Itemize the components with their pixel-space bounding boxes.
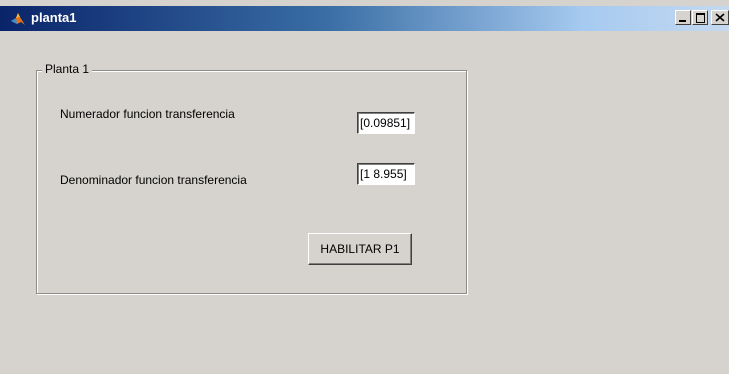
panel-title: Planta 1 bbox=[42, 62, 93, 76]
matlab-logo-icon bbox=[10, 11, 26, 27]
maximize-icon[interactable] bbox=[692, 10, 708, 25]
denominator-label: Denominador funcion transferencia bbox=[60, 173, 247, 187]
enable-p1-button[interactable]: HABILITAR P1 bbox=[308, 233, 412, 265]
numerator-label: Numerador funcion transferencia bbox=[60, 107, 235, 121]
minimize-icon[interactable] bbox=[675, 10, 691, 25]
close-icon[interactable] bbox=[711, 10, 729, 25]
title-bar[interactable]: planta1 bbox=[0, 6, 729, 31]
denominator-field[interactable]: [1 8.955] bbox=[357, 163, 415, 185]
numerator-field[interactable]: [0.09851] bbox=[357, 112, 415, 134]
figure-window: planta1 Planta 1 Numerador funcion trans… bbox=[0, 0, 729, 374]
window-title: planta1 bbox=[31, 10, 77, 25]
